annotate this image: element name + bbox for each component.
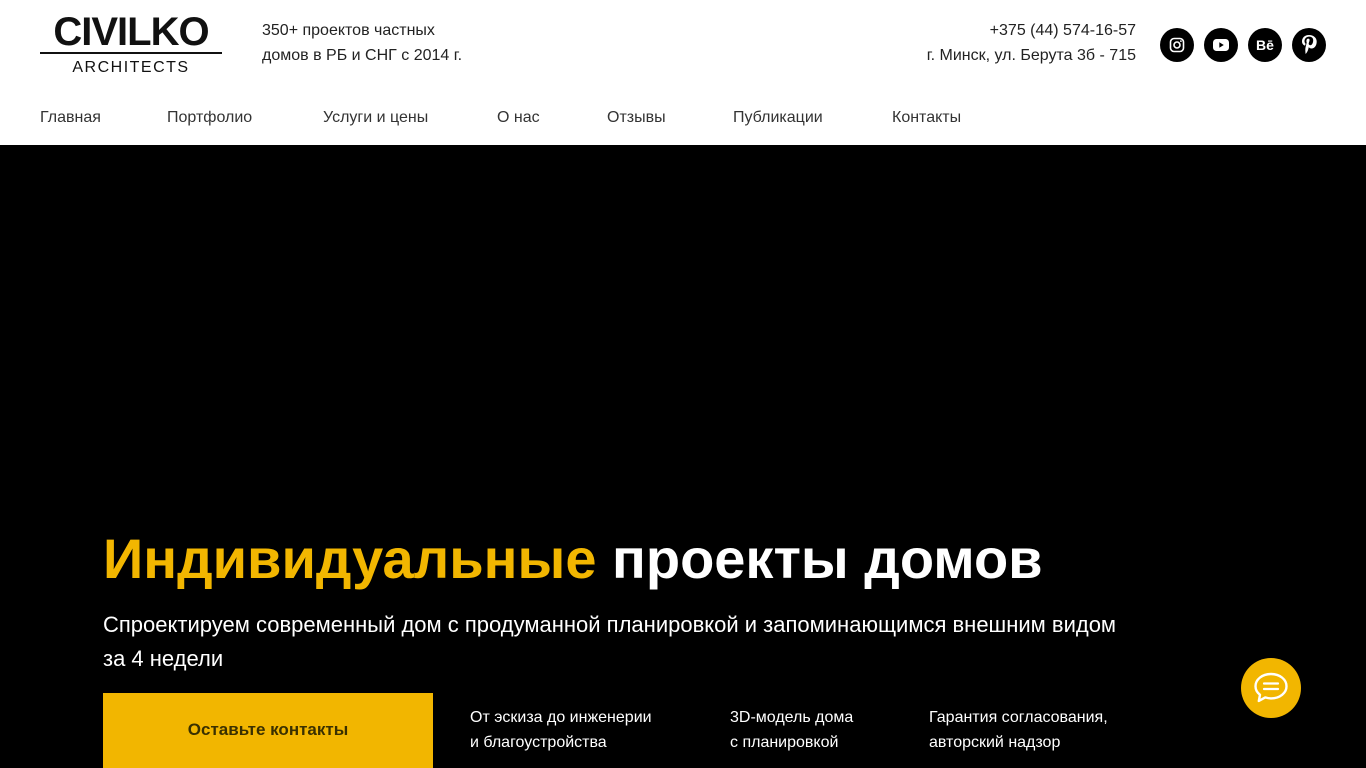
nav-item-services[interactable]: Услуги и цены	[323, 106, 428, 130]
hero-title-rest: проекты домов	[612, 527, 1043, 590]
nav-item-about[interactable]: О нас	[497, 106, 540, 130]
feature-line-1: 3D-модель дома	[730, 709, 854, 726]
nav-item-reviews[interactable]: Отзывы	[607, 106, 666, 130]
hero-title: Индивидуальные проекты домов	[103, 526, 1043, 592]
logo-main-text: CIVILKO	[53, 10, 209, 54]
header-tagline: 350+ проектов частных домов в РБ и СНГ с…	[262, 18, 522, 68]
hero-section: Индивидуальные проекты домов Спроектируе…	[0, 145, 1366, 768]
behance-icon[interactable]: Bē	[1248, 28, 1282, 62]
feature-item: От эскиза до инженерии и благоустройства	[470, 705, 652, 755]
hero-title-accent: Индивидуальные	[103, 527, 597, 590]
nav-item-publications[interactable]: Публикации	[733, 106, 823, 130]
pinterest-icon[interactable]	[1292, 28, 1326, 62]
chat-bubble-icon	[1254, 672, 1288, 703]
nav-item-portfolio[interactable]: Портфолио	[167, 106, 252, 130]
tagline-line-1: 350+ проектов частных	[262, 22, 435, 39]
nav-item-home[interactable]: Главная	[40, 106, 101, 130]
youtube-icon[interactable]	[1204, 28, 1238, 62]
site-header: CIVILKO ARCHITECTS 350+ проектов частных…	[0, 0, 1366, 145]
feature-item: Гарантия согласования, авторский надзор	[929, 705, 1108, 755]
chat-widget-button[interactable]	[1241, 658, 1301, 718]
phone-link[interactable]: +375 (44) 574-16-57	[927, 18, 1136, 43]
tagline-line-2: домов в РБ и СНГ с 2014 г.	[262, 47, 463, 64]
address-text: г. Минск, ул. Берута 3б - 715	[926, 47, 1136, 64]
feature-line-2: и благоустройства	[470, 734, 607, 751]
behance-label: Bē	[1256, 37, 1274, 53]
leave-contacts-button[interactable]: Оставьте контакты	[103, 693, 433, 768]
feature-item: 3D-модель дома с планировкой	[730, 705, 853, 755]
feature-line-2: с планировкой	[730, 734, 839, 751]
hero-subtitle: Спроектируем современный дом с продуманн…	[103, 612, 1117, 671]
header-contacts: +375 (44) 574-16-57 г. Минск, ул. Берута…	[927, 18, 1136, 68]
nav-item-contacts[interactable]: Контакты	[892, 106, 961, 130]
feature-line-2: авторский надзор	[929, 734, 1061, 751]
logo-sub-text: ARCHITECTS	[72, 59, 190, 76]
feature-line-1: От эскиза до инженерии	[470, 709, 652, 726]
instagram-icon[interactable]	[1160, 28, 1194, 62]
logo-divider	[40, 52, 222, 54]
logo[interactable]: CIVILKO ARCHITECTS	[40, 12, 222, 78]
feature-line-1: Гарантия согласования,	[929, 709, 1108, 726]
